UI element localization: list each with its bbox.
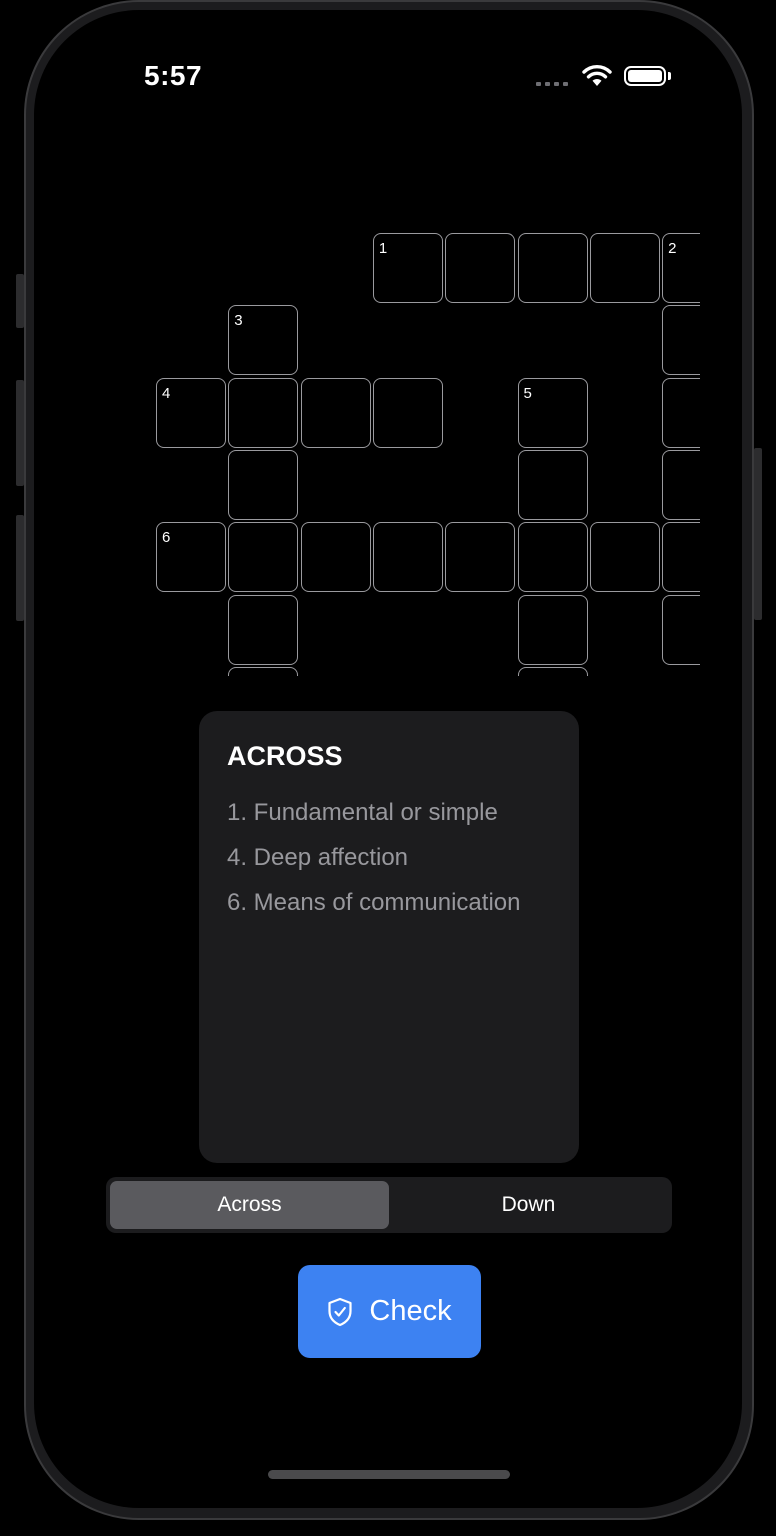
crossword-cell[interactable]: 4 (156, 377, 226, 448)
cell-number: 3 (234, 312, 243, 330)
clue-item[interactable]: 1. Fundamental or simple (227, 798, 520, 843)
cell-number: 4 (162, 384, 171, 402)
power-button (754, 448, 762, 620)
clue-item[interactable]: 4. Deep affection (227, 843, 520, 888)
crossword-cell[interactable] (445, 233, 516, 303)
crossword-cell[interactable] (228, 449, 299, 520)
volume-up-button (16, 380, 24, 486)
check-button[interactable]: Check (298, 1265, 481, 1358)
crossword-cell[interactable] (300, 377, 371, 448)
home-indicator (268, 1470, 510, 1479)
segment-across[interactable]: Across (110, 1181, 389, 1229)
crossword-cell[interactable] (662, 522, 700, 593)
crossword-cell[interactable] (662, 305, 700, 376)
clue-item[interactable]: 6. Means of communication (227, 888, 520, 933)
crossword-cell[interactable]: 2 (662, 233, 700, 303)
crossword-cell[interactable] (228, 377, 299, 448)
clues-title: ACROSS (227, 741, 343, 771)
crossword-cell[interactable] (589, 233, 660, 303)
crossword-cell[interactable]: 5 (517, 377, 588, 448)
crossword-cell[interactable] (662, 377, 700, 448)
crossword-cell[interactable] (372, 377, 443, 448)
cellular-signal-icon (536, 82, 568, 86)
crossword-cell[interactable] (372, 522, 443, 593)
crossword-cell[interactable] (517, 666, 588, 676)
crossword-cell[interactable] (228, 522, 299, 593)
crossword-cell[interactable] (517, 594, 588, 665)
wifi-icon (582, 65, 612, 86)
crossword-cell[interactable] (228, 666, 299, 676)
status-time: 5:57 (144, 60, 203, 91)
check-button-label: Check (369, 1295, 452, 1327)
cell-number: 6 (162, 529, 171, 547)
crossword-cell[interactable] (589, 522, 660, 593)
crossword-grid: 1 2 3 4 5 6 (156, 233, 700, 676)
volume-down-button (16, 515, 24, 621)
mute-switch (16, 274, 24, 328)
cell-number: 5 (523, 384, 532, 402)
clue-list: 1. Fundamental or simple 4. Deep affecti… (227, 798, 520, 933)
crossword-cell[interactable] (300, 522, 371, 593)
crossword-cell[interactable] (517, 522, 588, 593)
shield-check-icon (328, 1297, 352, 1326)
clue-direction-segmented-control: Across Down (106, 1177, 672, 1233)
clues-panel: ACROSS 1. Fundamental or simple 4. Deep … (199, 711, 579, 1163)
cell-number: 2 (668, 240, 677, 257)
battery-tip (668, 72, 671, 80)
crossword-cell[interactable]: 3 (228, 305, 299, 376)
crossword-cell[interactable] (228, 594, 299, 665)
segment-down[interactable]: Down (389, 1181, 668, 1229)
crossword-cell[interactable] (517, 449, 588, 520)
crossword-cell[interactable] (662, 449, 700, 520)
crossword-cell[interactable]: 6 (156, 522, 226, 593)
crossword-cell[interactable] (517, 233, 588, 303)
crossword-cell[interactable] (445, 522, 516, 593)
crossword-cell[interactable]: 1 (372, 233, 443, 303)
cell-number: 1 (378, 240, 388, 257)
battery-icon (624, 66, 666, 86)
crossword-cell[interactable] (662, 594, 700, 665)
